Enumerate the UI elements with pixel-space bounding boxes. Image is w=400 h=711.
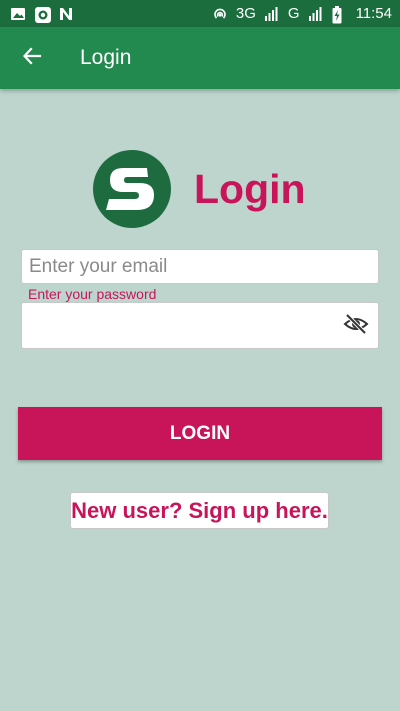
- password-field: [21, 302, 379, 349]
- camera-circle-icon: [34, 6, 51, 23]
- signup-button[interactable]: New user? Sign up here.: [70, 492, 329, 529]
- password-label: Enter your password: [28, 286, 157, 302]
- network-g-label: G: [287, 5, 300, 22]
- status-right-icons: 3G G 11:54: [212, 5, 392, 23]
- gallery-icon: [10, 6, 26, 22]
- status-left-icons: [10, 6, 74, 23]
- network-3g-label: 3G: [235, 5, 256, 22]
- arrow-left-icon: [22, 46, 42, 71]
- app-bar-title: Login: [80, 46, 132, 69]
- status-time: 11:54: [355, 5, 392, 22]
- password-visibility-toggle[interactable]: [343, 313, 369, 339]
- status-bar: 3G G 11:54: [0, 0, 400, 27]
- eye-off-icon: [343, 311, 369, 342]
- password-input[interactable]: [22, 303, 332, 348]
- login-heading: Login: [194, 165, 306, 212]
- signal-icon: [308, 6, 324, 22]
- login-button[interactable]: LOGIN: [18, 407, 382, 460]
- signal-icon: [264, 6, 280, 22]
- back-button[interactable]: [12, 38, 52, 78]
- logo-s-icon: [93, 150, 171, 228]
- battery-charging-icon: [332, 5, 348, 23]
- logo-row: Login: [93, 150, 306, 228]
- email-input[interactable]: [21, 249, 379, 284]
- n-notification-icon: [58, 6, 74, 22]
- hotspot-icon: [212, 6, 228, 22]
- app-bar: Login: [0, 27, 400, 89]
